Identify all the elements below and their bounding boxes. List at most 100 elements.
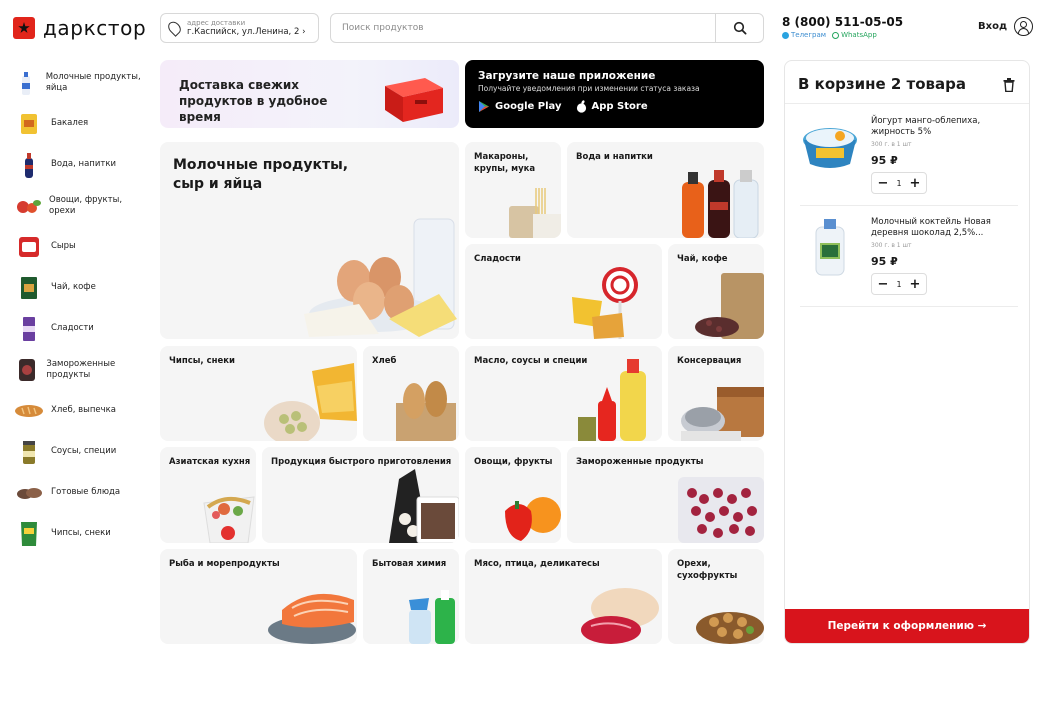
sidebar-item-drinks[interactable]: Вода, напитки [14, 144, 144, 185]
tile-label: Овощи, фрукты [474, 457, 553, 467]
search-input[interactable] [331, 14, 711, 42]
sidebar-item-frozen[interactable]: Замороженные продукты [14, 349, 144, 390]
red-box-icon [385, 78, 443, 122]
tile-label: Чипсы, снеки [169, 356, 236, 366]
sidebar-item-bread[interactable]: Хлеб, выпечка [14, 390, 144, 431]
sidebar-item-label: Готовые блюда [51, 487, 121, 497]
logo[interactable]: даркстор [13, 16, 146, 40]
milk-bottle-icon [14, 70, 39, 96]
tile-label: Орехи, сухофрукты [677, 559, 738, 581]
cart-item-divider [800, 205, 1018, 206]
grocery-pack-icon [14, 111, 44, 137]
cart-item-name[interactable]: Йогурт манго-облепиха, жирность 5% [871, 116, 1011, 138]
cart-item-name[interactable]: Молочный коктейль Новая деревня шоколад … [871, 217, 1011, 239]
phone-number[interactable]: 8 (800) 511-05-05 [782, 15, 903, 29]
sidebar-item-label: Сладости [51, 323, 94, 333]
tile-label: Замороженные продукты [576, 457, 704, 467]
soda-bottle-icon [14, 152, 44, 178]
sidebar-item-grocery[interactable]: Бакалея [14, 103, 144, 144]
vegetables-icon [14, 193, 42, 219]
tile-nuts[interactable]: Орехи, сухофрукты [668, 549, 764, 644]
tile-label: Молочные продукты, сыр и яйца [173, 157, 349, 192]
search-button[interactable] [715, 14, 763, 42]
meat-image [581, 588, 659, 644]
sidebar-item-label: Чай, кофе [51, 282, 96, 292]
sidebar-item-label: Чипсы, снеки [51, 528, 111, 538]
app-store-link[interactable]: App Store [576, 100, 648, 113]
tile-oil[interactable]: Масло, соусы и специи [465, 346, 662, 441]
tile-veg[interactable]: Овощи, фрукты [465, 447, 561, 543]
login-button[interactable]: Вход [978, 17, 1034, 36]
cart-item: Молочный коктейль Новая деревня шоколад … [800, 207, 1018, 307]
delivery-banner-text: Доставка свежих продуктов в удобное врем… [179, 78, 328, 124]
telegram-link[interactable]: Телеграм [782, 31, 826, 39]
app-banner: Загрузите наше приложение Получайте увед… [465, 60, 764, 128]
sidebar-item-vegetables[interactable]: Овощи, фрукты, орехи [14, 185, 144, 226]
canned-image [681, 387, 764, 441]
tile-sweets[interactable]: Сладости [465, 244, 662, 339]
tile-label: Чай, кофе [677, 254, 728, 264]
tile-tea[interactable]: Чай, кофе [668, 244, 764, 339]
header: даркстор адрес доставки г.Каспийск, ул.Л… [0, 0, 1044, 56]
cart-item-weight: 300 г. в 1 шт [871, 141, 912, 148]
cart-item-price: 95 ₽ [871, 255, 898, 268]
tile-chips[interactable]: Чипсы, снеки [160, 346, 357, 441]
nuts-image [696, 612, 764, 644]
sidebar-item-label: Соусы, специи [51, 446, 117, 456]
drinks-image [682, 170, 759, 238]
tile-frozen[interactable]: Замороженные продукты [567, 447, 764, 543]
sidebar-item-label: Замороженные продукты [46, 358, 116, 380]
increase-button[interactable]: + [908, 275, 922, 293]
quantity-stepper: − 1 + [871, 273, 927, 295]
tile-asian[interactable]: Азиатская кухня [160, 447, 256, 543]
sidebar-item-label: Овощи, фрукты, орехи [49, 194, 123, 216]
tile-household[interactable]: Бытовая химия [363, 549, 459, 644]
tile-meat[interactable]: Мясо, птица, деликатесы [465, 549, 662, 644]
decrease-button[interactable]: − [876, 275, 890, 293]
login-label: Вход [978, 21, 1008, 32]
candy-icon [14, 316, 44, 342]
sidebar-item-cheese[interactable]: Сыры [14, 226, 144, 267]
delivery-address-button[interactable]: адрес доставки г.Каспийск, ул.Ленина, 2 … [160, 13, 319, 43]
cart-title: В корзине 2 товара [798, 75, 966, 93]
delivery-banner[interactable]: Доставка свежих продуктов в удобное врем… [160, 60, 459, 128]
quantity-value: 1 [896, 178, 902, 188]
sidebar-item-sauces[interactable]: Соусы, специи [14, 431, 144, 472]
tile-dairy[interactable]: Молочные продукты, сыр и яйца [160, 142, 459, 339]
sidebar-item-label: Бакалея [51, 118, 89, 128]
sweets-image [572, 267, 638, 339]
vegetables-image [505, 497, 561, 541]
sidebar-item-ready-meals[interactable]: Готовые блюда [14, 472, 144, 513]
tile-label: Сладости [474, 254, 521, 264]
decrease-button[interactable]: − [876, 174, 890, 192]
increase-button[interactable]: + [908, 174, 922, 192]
sidebar-item-tea[interactable]: Чай, кофе [14, 267, 144, 308]
whatsapp-link[interactable]: WhatsApp [832, 31, 877, 39]
sidebar-item-label: Сыры [51, 241, 76, 251]
tile-pasta[interactable]: Макароны, крупы, мука [465, 142, 561, 238]
cart-item-weight: 300 г. в 1 шт [871, 242, 912, 249]
quantity-stepper: − 1 + [871, 172, 927, 194]
chips-icon [14, 521, 44, 547]
tile-fish[interactable]: Рыба и морепродукты [160, 549, 357, 644]
tile-fastfood[interactable]: Продукция быстрого приготовления [262, 447, 459, 543]
phone-block: 8 (800) 511-05-05 Телеграм WhatsApp [782, 15, 903, 39]
sidebar-item-label: Вода, напитки [51, 159, 116, 169]
sidebar-item-chips[interactable]: Чипсы, снеки [14, 513, 144, 554]
tile-label: Азиатская кухня [169, 457, 251, 467]
search-icon [733, 21, 747, 35]
tile-canned[interactable]: Консервация [668, 346, 764, 441]
app-banner-title: Загрузите наше приложение [478, 70, 656, 82]
oil-image [578, 359, 646, 441]
google-play-link[interactable]: Google Play [478, 100, 562, 113]
sidebar-item-sweets[interactable]: Сладости [14, 308, 144, 349]
tile-label: Мясо, птица, деликатесы [474, 559, 600, 569]
trash-icon[interactable] [1003, 78, 1015, 92]
tile-bread[interactable]: Хлеб [363, 346, 459, 441]
sidebar-item-dairy[interactable]: Молочные продукты, яйца [14, 62, 144, 103]
checkout-button[interactable]: Перейти к оформлению → [785, 609, 1029, 643]
tile-water[interactable]: Вода и напитки [567, 142, 764, 238]
address-value: г.Каспийск, ул.Ленина, 2 › [187, 26, 306, 37]
sauce-jar-icon [14, 439, 44, 465]
frozen-berries-image [678, 477, 764, 543]
